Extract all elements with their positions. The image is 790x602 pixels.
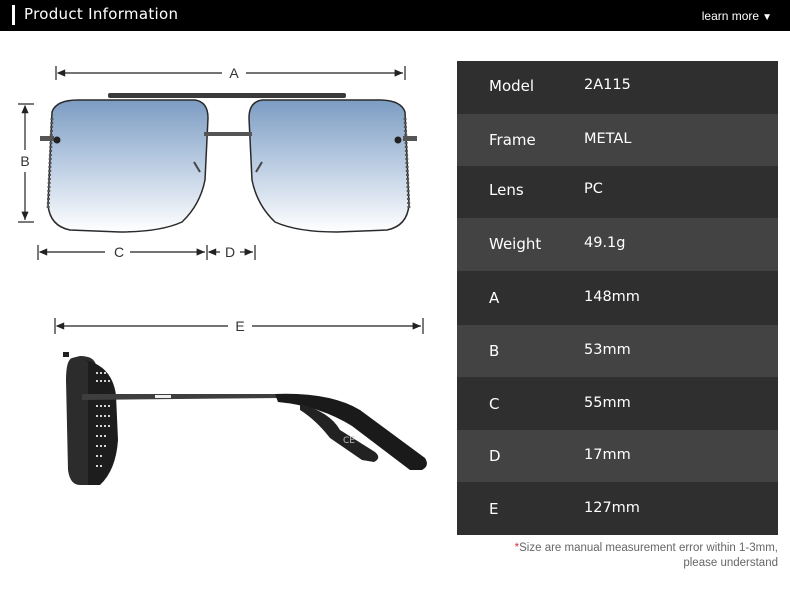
spec-key: Frame <box>489 131 536 149</box>
spec-value: 2A115 <box>584 77 631 93</box>
label-d: D <box>225 244 235 260</box>
spec-key: C <box>489 395 500 413</box>
spec-value: 148mm <box>584 289 640 305</box>
spec-value: PC <box>584 181 603 197</box>
spec-value: 53mm <box>584 342 631 358</box>
dimension-b: B <box>18 103 34 223</box>
spec-key: D <box>489 447 501 465</box>
spec-row-a: A 148mm <box>457 271 778 325</box>
spec-key: B <box>489 342 500 360</box>
spec-row-frame: Frame METAL <box>457 114 778 166</box>
spec-row-b: B 53mm <box>457 325 778 377</box>
learn-more-link[interactable]: learn more ▼ <box>702 9 772 23</box>
glasses-diagram: A B C D E CE <box>18 65 427 485</box>
spec-key: E <box>489 500 499 518</box>
dimension-c: C <box>37 244 205 260</box>
label-c: C <box>114 244 124 260</box>
spec-row-lens: Lens PC <box>457 166 778 218</box>
spec-value: 17mm <box>584 447 631 463</box>
spec-value: 49.1g <box>584 235 626 251</box>
spec-row-weight: Weight 49.1g <box>457 218 778 271</box>
glasses-side-view: CE <box>63 352 427 485</box>
glasses-front-view <box>40 93 417 233</box>
dimension-e: E <box>54 318 424 334</box>
spec-value: 55mm <box>584 395 631 411</box>
dimension-d: D <box>206 244 256 260</box>
spec-value: METAL <box>584 131 632 147</box>
label-b: B <box>20 153 29 169</box>
measurement-note: *Size are manual measurement error withi… <box>515 541 778 571</box>
spec-row-e: E 127mm <box>457 482 778 535</box>
label-a: A <box>229 65 239 81</box>
dimension-a: A <box>55 65 406 81</box>
spec-key: Model <box>489 77 535 95</box>
learn-more-label: learn more <box>701 9 760 23</box>
note-line-2: please understand <box>683 557 778 569</box>
spec-key: Weight <box>489 235 542 253</box>
spec-row-model: Model 2A115 <box>457 61 778 114</box>
ce-mark: CE <box>343 436 355 446</box>
spec-key: A <box>489 289 500 307</box>
label-e: E <box>235 318 244 334</box>
note-line-1: Size are manual measurement error within… <box>519 542 778 554</box>
triangle-down-icon: ▼ <box>762 12 772 23</box>
spec-table: Model 2A115 Frame METAL Lens PC Weight 4… <box>457 61 778 535</box>
spec-value: 127mm <box>584 500 640 516</box>
spec-row-d: D 17mm <box>457 430 778 482</box>
spec-key: Lens <box>489 181 524 199</box>
spec-row-c: C 55mm <box>457 377 778 430</box>
